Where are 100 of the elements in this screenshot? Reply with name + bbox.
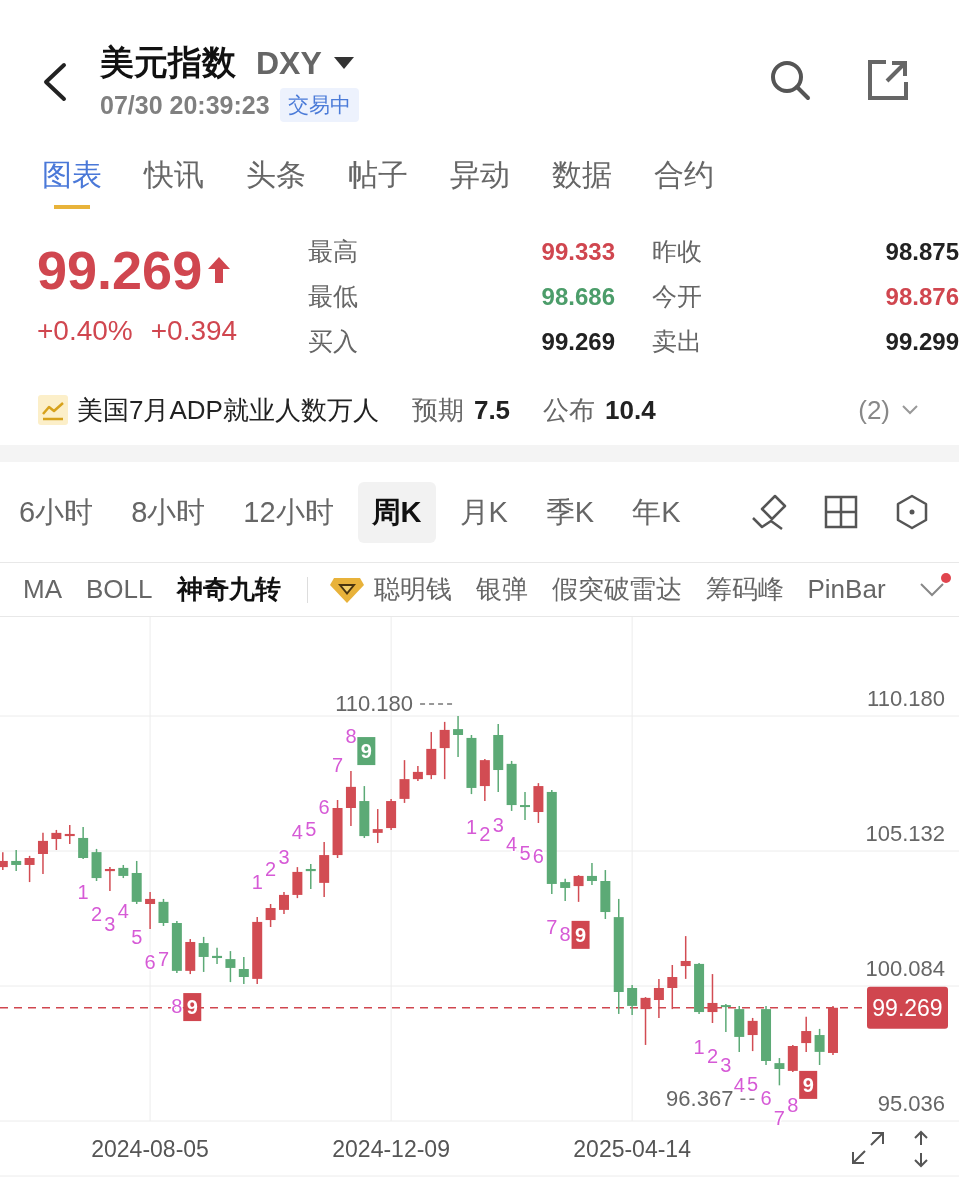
candlestick	[506, 760, 517, 812]
candlestick	[426, 731, 437, 780]
td-count-label: 3	[720, 1054, 732, 1077]
hexagon-icon[interactable]	[894, 494, 930, 530]
candlestick	[332, 799, 343, 859]
tab[interactable]: 异动	[450, 151, 510, 209]
candlestick	[372, 808, 383, 844]
timeframe-tab[interactable]: 年K	[618, 481, 695, 543]
timeframe-tab[interactable]: 月K	[445, 481, 522, 543]
vertical-arrows-icon[interactable]	[914, 1130, 928, 1168]
td-count-label: 2	[706, 1045, 719, 1067]
x-axis-label: 2024-12-09	[332, 1136, 450, 1162]
candlestick	[720, 1003, 731, 1033]
indicator-tab[interactable]: 银弹	[475, 572, 528, 607]
timeframe-tab[interactable]: 6小时	[5, 481, 108, 543]
indicator-tab[interactable]: PinBar	[807, 574, 886, 605]
td-count-label: 4	[733, 1073, 745, 1096]
td-count-label: 5	[305, 817, 317, 840]
td-count-label: 8	[787, 1093, 799, 1116]
candlestick	[627, 984, 638, 1016]
fullscreen-icon[interactable]	[852, 1132, 884, 1164]
td-count-label: 6	[318, 795, 330, 818]
forecast-value: 7.5	[473, 394, 511, 426]
stat-label: 最高	[308, 236, 359, 267]
candlestick	[319, 841, 330, 898]
indicator-tab[interactable]: 神奇九转	[176, 572, 281, 607]
stat-label: 买入	[308, 326, 359, 357]
indicator-tab[interactable]: MA	[23, 574, 62, 605]
actual-label: 公布	[543, 393, 596, 427]
tab[interactable]: 合约	[654, 151, 714, 209]
candlestick	[64, 824, 75, 845]
td-count-label: 8	[559, 923, 571, 946]
timeframe-tab[interactable]: 周K	[357, 481, 436, 543]
candlestick	[104, 866, 115, 892]
stat-value: 99.333	[540, 237, 615, 266]
td-signal-badge: 9	[357, 737, 376, 766]
indicator-tab[interactable]: BOLL	[86, 574, 153, 605]
stat-value: 98.876	[884, 282, 959, 311]
stat-value: 99.269	[540, 327, 615, 356]
tab[interactable]: 头条	[246, 151, 306, 209]
tab[interactable]: 数据	[552, 151, 612, 209]
candlestick	[359, 785, 370, 839]
candlestick	[11, 849, 22, 872]
stat-label: 今开	[652, 281, 703, 312]
indicator-tab[interactable]: 筹码峰	[705, 572, 784, 607]
candlestick	[586, 862, 597, 886]
indicator-tab[interactable]: 聪明钱	[329, 572, 452, 607]
td-count-label: 2	[90, 903, 103, 925]
timeframe-tab[interactable]: 季K	[531, 481, 609, 543]
y-axis-label: 110.180	[867, 686, 945, 711]
candlestick	[680, 935, 691, 980]
td-count-label: 1	[251, 871, 263, 894]
candlestick	[640, 996, 651, 1046]
market-status-badge: 交易中	[279, 88, 359, 122]
candlestick	[305, 863, 316, 890]
candlestick	[828, 1005, 838, 1056]
candlestick	[653, 978, 664, 1019]
tab[interactable]: 快讯	[144, 151, 204, 209]
candlestick	[78, 826, 89, 860]
candlestick	[787, 1044, 798, 1073]
td-count-label: 6	[760, 1087, 772, 1109]
candlestick	[24, 855, 35, 883]
stat-label: 卖出	[652, 326, 703, 357]
td-count-label: 2	[265, 858, 277, 880]
event-title[interactable]: 美国7月ADP就业人数万人	[77, 392, 379, 428]
candlestick	[399, 759, 410, 804]
share-icon[interactable]	[866, 58, 910, 102]
caret-down-icon[interactable]	[333, 57, 354, 69]
grid-icon[interactable]	[824, 495, 858, 529]
stat-label: 昨收	[652, 236, 703, 267]
indicator-tab[interactable]: 假突破雷达	[551, 572, 682, 607]
candlestick	[600, 869, 611, 920]
td-count-label: 8	[345, 725, 357, 748]
event-count[interactable]: (2)	[858, 394, 890, 426]
search-icon[interactable]	[768, 58, 812, 102]
candlestick	[292, 866, 303, 899]
td-count-label: 2	[479, 823, 491, 846]
symbol-text[interactable]: DXY	[256, 44, 322, 82]
actual-value: 10.4	[605, 394, 656, 426]
candlestick	[774, 1057, 785, 1087]
x-axis-label: 2025-04-14	[573, 1136, 691, 1162]
candlestick	[345, 770, 356, 827]
chevron-down-icon[interactable]	[902, 405, 918, 415]
candlestick	[51, 829, 62, 851]
candlestick	[37, 832, 48, 875]
chevron-down-icon[interactable]	[919, 581, 945, 598]
td-count-label: 3	[104, 912, 116, 935]
stat-label: 最低	[308, 281, 359, 312]
tab[interactable]: 帖子	[348, 151, 408, 209]
candlestick	[453, 715, 464, 758]
timeframe-tab[interactable]: 8小时	[117, 481, 220, 543]
td-count-label: 3	[492, 813, 504, 836]
td-count-label: 6	[144, 950, 156, 973]
td-count-label: 7	[332, 754, 344, 776]
timeframe-tab[interactable]: 12小时	[229, 481, 348, 543]
td-signal-badge: 9	[799, 1070, 818, 1099]
y-axis-label: 95.036	[877, 1091, 945, 1116]
td-signal-badge: 9	[183, 993, 202, 1022]
pencil-icon[interactable]	[750, 493, 788, 531]
candlestick	[279, 891, 289, 915]
